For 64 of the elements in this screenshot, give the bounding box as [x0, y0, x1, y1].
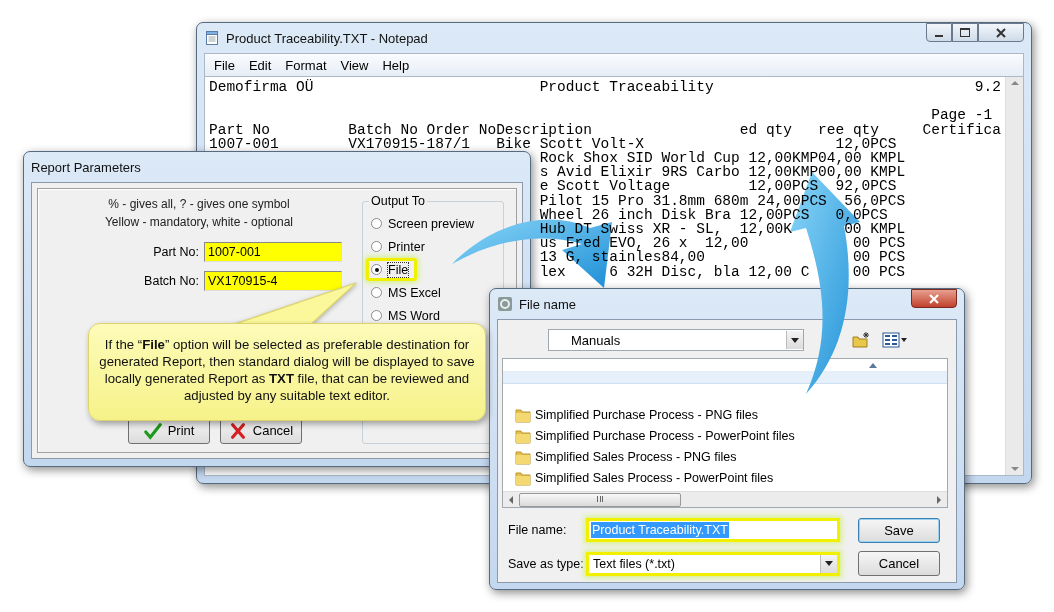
text-line: Part No Batch No Order NoDescription ed qty ree qty Certifica [209, 122, 1001, 137]
folder-icon [515, 406, 531, 423]
text-line: Demofirma OÜ Product Traceability 9.2 [209, 80, 1001, 95]
cancel-button[interactable]: Cancel [858, 551, 940, 576]
menu-item[interactable]: Help [377, 57, 415, 73]
text-line: lex [539, 264, 566, 279]
close-icon [996, 27, 1006, 38]
menu-item[interactable]: Edit [243, 57, 277, 73]
save-button[interactable]: Save [858, 518, 940, 543]
text-line: 00 PCS [852, 264, 906, 279]
text-line: 6 32H Disc, bla 12,00 C [609, 264, 810, 279]
text-line: 00 PCS [852, 236, 906, 251]
text-line: 1007-001 VX170915-187/1 Bike Scott Volt-X 12,0PCS [209, 136, 897, 151]
close-button[interactable] [978, 23, 1024, 42]
input-field[interactable]: VX170915-4 [204, 271, 342, 291]
menu-item[interactable]: Format [280, 57, 332, 73]
text-line: Page -1 [931, 108, 993, 123]
folder-item[interactable]: Simplified Sales Process - PowerPoint files [535, 470, 774, 485]
dropdown-arrow-icon [791, 337, 799, 343]
folder-icon [515, 427, 531, 444]
field-label: Save as type: [508, 556, 585, 571]
close-button[interactable] [911, 289, 957, 308]
text-line: Rock Shox SID World Cup 12,00KMP04,00 KMPL [539, 151, 906, 166]
text-line: us Fred EVO, 26 x 12,00 [539, 236, 749, 251]
file-type-dropdown[interactable]: Text files (*.txt) [586, 551, 840, 576]
input-field[interactable]: 1007-001 [204, 242, 342, 262]
new-folder-icon[interactable] [852, 331, 870, 349]
text-line: 00 KMPL [844, 222, 906, 237]
callout: If the “File” option will be selected as preferable destination for generated Report, then standard dialog will be displayed to save locally generated Report as TXT file, that can be reviewed and adjusted by any suitable text editor. [88, 323, 486, 421]
radio-option[interactable]: Printer [366, 235, 434, 258]
text-line: 00 PCS [852, 250, 906, 265]
menu-item[interactable]: View [335, 57, 374, 73]
minimize-button[interactable] [926, 23, 952, 42]
sort-caret-icon [869, 362, 877, 368]
radio-option[interactable]: File [366, 258, 418, 281]
horizontal-scrollbar[interactable] [503, 491, 947, 507]
menu-item[interactable]: File [209, 57, 240, 73]
dropdown-arrow-icon [825, 561, 833, 567]
notepad-icon [204, 30, 220, 46]
maximize-button[interactable] [952, 23, 978, 42]
window-icon [497, 296, 513, 312]
group-label: Output To [369, 194, 427, 208]
location-dropdown[interactable]: Manuals [548, 329, 804, 351]
field-label: Batch No: [143, 274, 200, 288]
view-menu-icon[interactable] [882, 332, 908, 348]
checkmark-icon [143, 421, 162, 440]
text-line: s Avid Elixir 9RS Carbo 12,00KMP00,00 KMPL [539, 165, 906, 180]
folder-item[interactable]: Simplified Sales Process - PNG files [535, 449, 737, 464]
folder-item[interactable]: Simplified Purchase Process - PNG files [535, 407, 758, 422]
hint-text: Yellow - mandatory, white - optional [103, 214, 295, 231]
radio-option[interactable]: Screen preview [366, 212, 484, 235]
close-icon [929, 293, 939, 304]
field-label: Part No: [152, 245, 200, 259]
window-title: Report Parameters [31, 159, 141, 175]
field-label: File name: [508, 523, 568, 538]
cross-icon [228, 421, 247, 440]
vertical-scrollbar[interactable] [1005, 77, 1023, 475]
hint-text: % - gives all, ? - gives one symbol [107, 196, 291, 213]
folder-item[interactable]: Simplified Purchase Process - PowerPoint files [535, 428, 795, 443]
radio-option[interactable]: MS Excel [366, 281, 450, 304]
window-title: Product Traceability.TXT - Notepad [226, 30, 428, 46]
folder-icon [515, 448, 531, 465]
window-title: File name [519, 296, 577, 312]
folder-icon [515, 469, 531, 486]
